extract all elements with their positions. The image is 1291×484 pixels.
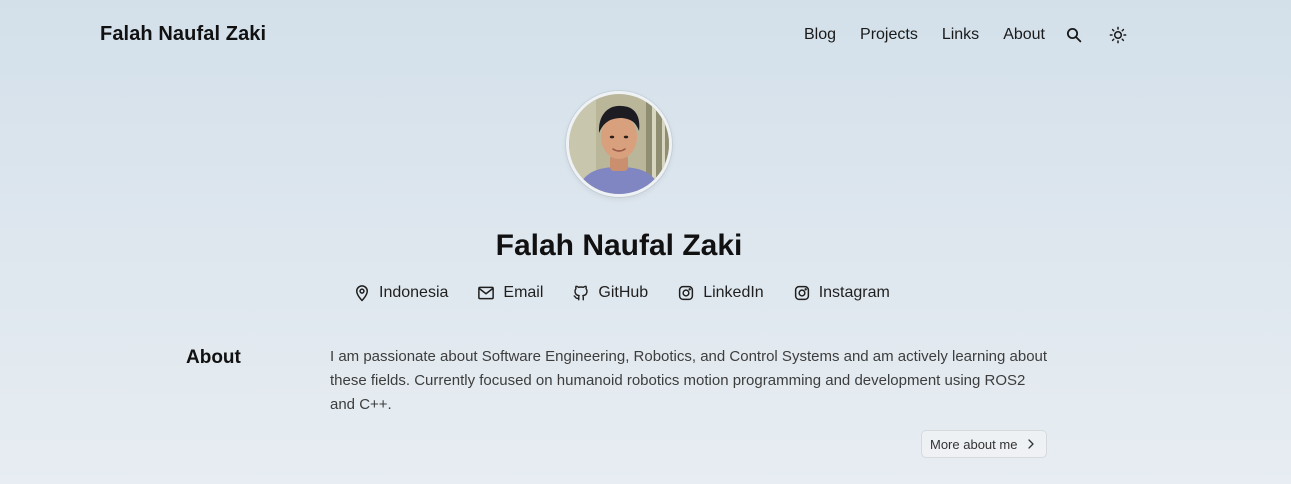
main-nav: Blog Projects Links About	[804, 22, 1131, 48]
search-button[interactable]	[1061, 22, 1087, 48]
nav-projects[interactable]: Projects	[860, 22, 918, 48]
avatar	[566, 91, 672, 197]
social-links: Indonesia Email GitHub LinkedIn Instagra…	[353, 283, 890, 303]
linkedin-link[interactable]: LinkedIn	[677, 284, 764, 302]
location-link[interactable]: Indonesia	[353, 284, 448, 302]
github-link[interactable]: GitHub	[572, 284, 648, 302]
nav-about[interactable]: About	[1003, 22, 1045, 48]
instagram-icon	[794, 285, 809, 301]
nav-links[interactable]: Links	[942, 22, 979, 48]
linkedin-label: LinkedIn	[703, 284, 764, 301]
email-link[interactable]: Email	[477, 284, 543, 302]
github-label: GitHub	[598, 284, 649, 301]
github-icon	[573, 285, 589, 301]
more-about-me-button[interactable]: More about me	[921, 430, 1048, 458]
site-title[interactable]: Falah Naufal Zaki	[100, 23, 266, 46]
chevron-right-icon	[1028, 439, 1035, 449]
about-heading: About	[186, 347, 241, 368]
linkedin-icon	[679, 285, 694, 301]
sun-icon	[1109, 26, 1127, 44]
email-label: Email	[503, 284, 544, 301]
search-icon	[1066, 27, 1082, 43]
more-about-me-label: More about me	[930, 436, 1018, 452]
profile-photo	[566, 91, 672, 197]
profile-name: Falah Naufal Zaki	[495, 229, 743, 262]
theme-toggle-button[interactable]	[1105, 22, 1131, 48]
location-label: Indonesia	[379, 284, 449, 301]
nav-blog[interactable]: Blog	[804, 22, 836, 48]
mail-icon	[478, 286, 495, 300]
map-pin-icon	[356, 285, 368, 302]
instagram-label: Instagram	[818, 284, 890, 301]
instagram-link[interactable]: Instagram	[793, 284, 890, 302]
about-text: I am passionate about Software Engineeri…	[330, 348, 1048, 413]
